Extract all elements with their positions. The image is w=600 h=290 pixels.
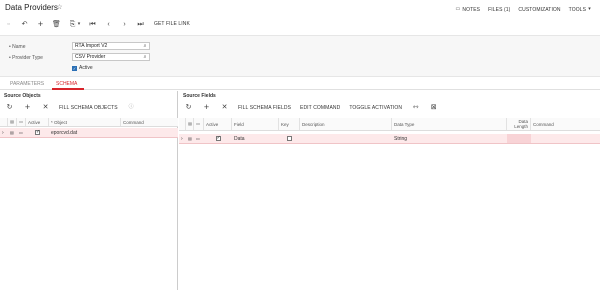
- row-select-header: [0, 118, 8, 126]
- active-tab-indicator: [52, 88, 84, 90]
- copy-icon: ⎘: [69, 20, 76, 28]
- note-icon: ▭: [196, 121, 200, 126]
- row-select-header: [179, 118, 186, 130]
- tools-link[interactable]: TOOLS ▾: [569, 5, 592, 14]
- delete-row-icon[interactable]: ✕: [220, 103, 229, 112]
- source-fields-toolbar: ↻ + ✕ FILL SCHEMA FIELDS EDIT COMMAND TO…: [184, 103, 438, 112]
- row-object[interactable]: eporcvd.dat: [49, 128, 121, 137]
- edit-command-button[interactable]: EDIT COMMAND: [300, 105, 340, 111]
- name-label: • Name: [9, 44, 26, 50]
- customization-link[interactable]: CUSTOMIZATION: [518, 7, 560, 13]
- delete-icon[interactable]: 🗑: [52, 20, 61, 29]
- row-command[interactable]: [531, 134, 600, 143]
- page-header: Data Providers ☆ ▭ NOTES FILES (1) CUSTO…: [0, 0, 600, 16]
- row-field[interactable]: Data: [232, 134, 279, 143]
- export-excel-icon[interactable]: ⊠: [429, 103, 438, 112]
- command-column-header[interactable]: Command: [531, 118, 600, 130]
- undo-icon[interactable]: ↶: [20, 20, 29, 29]
- active-checkbox[interactable]: ✓ Active: [72, 65, 93, 71]
- provider-type-field[interactable]: CSV Provider ⌕: [72, 53, 150, 61]
- note-icon: ▭: [19, 119, 23, 124]
- attachment-icon: ▤: [188, 121, 192, 126]
- active-column-header[interactable]: Active: [204, 118, 232, 130]
- attachment-icon: ▤: [10, 119, 14, 124]
- provider-type-label: • Provider Type: [9, 55, 43, 61]
- tab-schema[interactable]: SCHEMA: [56, 81, 77, 87]
- data-length-column-header[interactable]: Data Length: [507, 118, 531, 130]
- refresh-icon[interactable]: ↻: [184, 103, 193, 112]
- copy-menu[interactable]: ⎘ ▾: [68, 20, 81, 29]
- save-icon[interactable]: ▫: [4, 20, 13, 29]
- previous-record-icon[interactable]: ‹: [104, 20, 113, 29]
- search-icon[interactable]: ⌕: [142, 54, 148, 60]
- notes-column-header: ▭: [194, 118, 204, 130]
- summary-form: • Name RTA Import V2 ⌕ • Provider Type C…: [0, 35, 600, 77]
- field-column-header[interactable]: Field: [232, 118, 279, 130]
- next-record-icon[interactable]: ›: [120, 20, 129, 29]
- notes-column-header: ▭: [17, 118, 26, 126]
- chevron-down-icon: ▾: [77, 20, 81, 27]
- row-key-checkbox[interactable]: [279, 134, 300, 143]
- refresh-icon[interactable]: ↻: [5, 103, 14, 112]
- toggle-activation-button[interactable]: TOGGLE ACTIVATION: [349, 105, 402, 111]
- source-objects-toolbar: ↻ + ✕ FILL SCHEMA OBJECTS ⓘ: [5, 103, 136, 112]
- tab-bar: PARAMETERS SCHEMA: [0, 77, 600, 90]
- page-title: Data Providers: [5, 3, 58, 12]
- tab-parameters[interactable]: PARAMETERS: [10, 81, 44, 87]
- fit-columns-icon[interactable]: ⇿: [411, 103, 420, 112]
- get-file-link-button[interactable]: GET FILE LINK: [154, 21, 190, 27]
- description-column-header[interactable]: Description: [300, 118, 392, 130]
- active-column-header[interactable]: Active: [26, 118, 49, 126]
- notes-icon: ▭: [455, 6, 461, 12]
- header-links: ▭ NOTES FILES (1) CUSTOMIZATION TOOLS ▾: [455, 5, 592, 14]
- source-fields-title: Source Fields: [183, 93, 216, 99]
- first-record-icon[interactable]: ⏮: [88, 20, 97, 29]
- data-type-column-header[interactable]: Data Type: [392, 118, 507, 130]
- row-expand-icon[interactable]: ›: [0, 128, 8, 137]
- row-command[interactable]: [121, 128, 178, 137]
- table-row[interactable]: › ▤ ▭ eporcvd.dat: [0, 128, 178, 138]
- source-objects-header: ▤ ▭ Active * Object Command: [0, 118, 178, 127]
- key-column-header[interactable]: Key: [279, 118, 300, 130]
- row-description[interactable]: [300, 134, 392, 143]
- chevron-down-icon: ▾: [588, 6, 591, 12]
- row-data-type[interactable]: String: [392, 134, 507, 143]
- row-active-checkbox[interactable]: [26, 128, 49, 137]
- source-fields-panel: Source Fields ↻ + ✕ FILL SCHEMA FIELDS E…: [179, 91, 600, 290]
- last-record-icon[interactable]: ⏭: [136, 20, 145, 29]
- info-icon[interactable]: ⓘ: [127, 103, 136, 112]
- add-icon[interactable]: +: [202, 103, 211, 112]
- source-objects-title: Source Objects: [4, 93, 41, 99]
- note-icon[interactable]: ▭: [17, 128, 26, 137]
- fill-schema-fields-button[interactable]: FILL SCHEMA FIELDS: [238, 105, 291, 111]
- add-icon[interactable]: +: [36, 19, 45, 29]
- attachment-icon[interactable]: ▤: [186, 134, 194, 143]
- note-icon[interactable]: ▭: [194, 134, 204, 143]
- files-column-header: ▤: [186, 118, 194, 130]
- attachment-icon[interactable]: ▤: [8, 128, 17, 137]
- main-toolbar: ▫ ↶ + 🗑 ⎘ ▾ ⏮ ‹ › ⏭ GET FILE LINK: [4, 18, 190, 30]
- source-objects-panel: Source Objects ↻ + ✕ FILL SCHEMA OBJECTS…: [0, 91, 178, 290]
- active-checkbox-box: ✓: [72, 65, 77, 71]
- files-link[interactable]: FILES (1): [488, 7, 510, 13]
- table-row[interactable]: › ▤ ▭ Data String: [179, 134, 600, 144]
- fill-schema-objects-button[interactable]: FILL SCHEMA OBJECTS: [59, 105, 118, 111]
- source-fields-header: ▤ ▭ Active Field Key Description Data Ty…: [179, 118, 600, 131]
- delete-row-icon[interactable]: ✕: [41, 103, 50, 112]
- search-icon[interactable]: ⌕: [142, 43, 148, 49]
- name-field[interactable]: RTA Import V2 ⌕: [72, 42, 150, 50]
- object-column-header[interactable]: * Object: [49, 118, 121, 126]
- star-icon[interactable]: ☆: [55, 3, 64, 12]
- row-expand-icon[interactable]: ›: [179, 134, 186, 143]
- command-column-header[interactable]: Command: [121, 118, 178, 126]
- notes-link[interactable]: ▭ NOTES: [455, 6, 481, 13]
- row-active-checkbox[interactable]: [204, 134, 232, 143]
- files-column-header: ▤: [8, 118, 17, 126]
- add-icon[interactable]: +: [23, 103, 32, 112]
- row-data-length[interactable]: [507, 134, 531, 143]
